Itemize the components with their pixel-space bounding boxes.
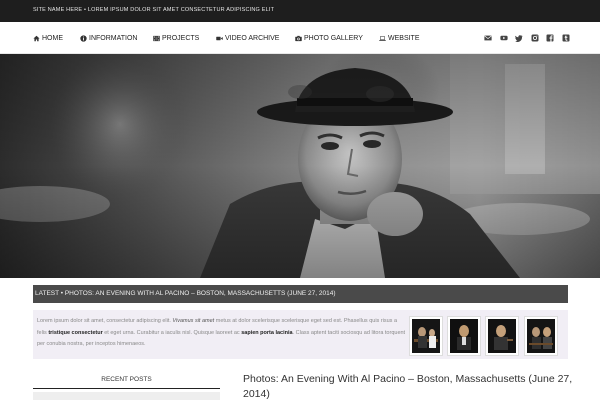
latest-post-ticker[interactable]: LATEST • PHOTOS: AN EVENING WITH AL PACI… [33,285,568,303]
nav-item-photo-gallery[interactable]: PHOTO GALLERY [295,32,363,44]
twitter-icon[interactable] [515,34,523,42]
youtube-icon[interactable] [500,34,508,42]
post-title[interactable]: Photos: An Evening With Al Pacino – Bost… [243,372,573,400]
nav-item-information[interactable]: INFORMATION [80,32,137,44]
hero-banner-image [0,54,600,278]
film-icon [153,35,160,42]
nav-label-photo-gallery: PHOTO GALLERY [304,34,363,42]
recent-post-item[interactable] [33,392,220,400]
site-tagline: SITE NAME HERE • LOREM IPSUM DOLOR SIT A… [33,7,275,13]
laptop-icon [379,35,386,42]
email-icon[interactable] [484,34,492,42]
intro-text-bold: sapien porta lacinia [241,329,293,336]
home-icon [33,35,40,42]
main-navigation: HOME INFORMATION PROJECTS VIDEO ARCHIVE … [0,22,600,54]
camera-icon [295,35,302,42]
intro-text: Lorem ipsum dolor sit amet, consectetur … [37,316,407,351]
nav-label-information: INFORMATION [89,34,138,42]
tumblr-icon[interactable] [562,34,570,42]
latest-post-link[interactable]: LATEST • PHOTOS: AN EVENING WITH AL PACI… [35,290,336,297]
intro-text-bold: tristique consectetur [48,329,103,336]
facebook-icon[interactable] [546,34,554,42]
recent-posts-heading: RECENT POSTS [33,373,220,389]
gallery-thumbnail[interactable] [485,316,519,356]
intro-text-part: et eget urna. Curabitur a iaculis nisl. … [102,329,242,336]
nav-label-home: HOME [42,34,63,42]
hero-portrait-photo [0,54,600,278]
nav-label-video-archive: VIDEO ARCHIVE [225,34,280,42]
gallery-thumbnail[interactable] [447,316,481,356]
nav-label-projects: PROJECTS [162,34,200,42]
intro-text-italic: Vivamus sit amet [172,318,215,324]
intro-text-part: Lorem ipsum dolor sit amet, consectetur … [37,318,173,324]
gallery-thumbnail[interactable] [409,316,443,356]
nav-item-video-archive[interactable]: VIDEO ARCHIVE [216,32,279,44]
video-camera-icon [216,35,223,42]
top-bar: SITE NAME HERE • LOREM IPSUM DOLOR SIT A… [0,0,600,22]
nav-item-home[interactable]: HOME [33,32,63,44]
info-icon [80,34,87,42]
nav-item-projects[interactable]: PROJECTS [153,32,199,44]
gallery-thumbnail[interactable] [524,316,558,356]
instagram-icon[interactable] [531,34,539,42]
nav-label-website: WEBSITE [388,34,420,42]
nav-item-website[interactable]: WEBSITE [379,32,420,44]
